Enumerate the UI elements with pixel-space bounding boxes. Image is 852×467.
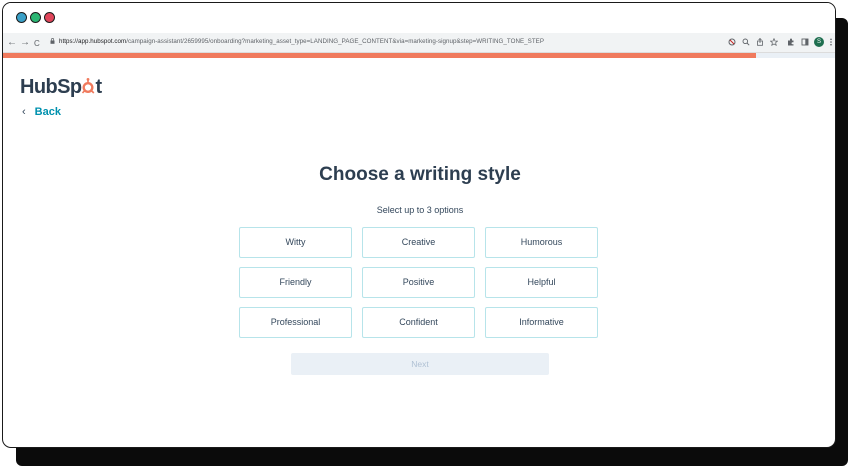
side-panel-icon[interactable] (801, 38, 809, 46)
window-control-maximize[interactable] (44, 12, 55, 23)
option-informative[interactable]: Informative (485, 307, 598, 338)
option-witty[interactable]: Witty (239, 227, 352, 258)
option-professional[interactable]: Professional (239, 307, 352, 338)
forward-arrow-icon[interactable]: → (20, 36, 30, 49)
back-arrow-icon[interactable]: ← (7, 36, 17, 49)
logo-text-left: HubSp (20, 76, 82, 98)
bookmark-star-icon[interactable] (770, 38, 778, 46)
share-icon[interactable] (756, 38, 764, 46)
onboarding-progress-bar (3, 53, 835, 58)
more-menu-icon[interactable] (829, 38, 833, 46)
browser-toolbar: ← → C https://app.hubspot.com/campaign-a… (3, 33, 835, 53)
extensions-puzzle-icon[interactable] (787, 38, 795, 46)
page-title: Choose a writing style (319, 164, 521, 185)
logo-text-right: t (95, 76, 102, 98)
url-host: https://app.hubspot.com (59, 38, 127, 45)
address-bar[interactable]: https://app.hubspot.com/campaign-assista… (59, 38, 544, 45)
hubspot-logo: HubSp t (20, 76, 102, 99)
lock-icon (50, 38, 55, 44)
option-positive[interactable]: Positive (362, 267, 475, 298)
url-path: /campaign-assistant/2659995/onboarding?m… (126, 38, 545, 45)
sprocket-icon (81, 76, 95, 99)
window-control-close[interactable] (16, 12, 27, 23)
back-link[interactable]: ‹ Back (22, 106, 61, 118)
next-button[interactable]: Next (291, 353, 549, 375)
progress-fill (3, 53, 756, 58)
chevron-left-icon: ‹ (22, 106, 26, 118)
selection-hint: Select up to 3 options (376, 205, 464, 215)
option-creative[interactable]: Creative (362, 227, 475, 258)
title-bar (3, 3, 835, 33)
extension-icon[interactable] (728, 38, 736, 46)
option-humorous[interactable]: Humorous (485, 227, 598, 258)
browser-window: ← → C https://app.hubspot.com/campaign-a… (2, 2, 836, 448)
option-confident[interactable]: Confident (362, 307, 475, 338)
option-friendly[interactable]: Friendly (239, 267, 352, 298)
window-control-minimize[interactable] (30, 12, 41, 23)
reload-icon[interactable]: C (34, 37, 40, 50)
option-helpful[interactable]: Helpful (485, 267, 598, 298)
zoom-icon[interactable] (742, 38, 750, 46)
profile-avatar[interactable]: S (814, 37, 824, 47)
back-label: Back (34, 106, 61, 118)
